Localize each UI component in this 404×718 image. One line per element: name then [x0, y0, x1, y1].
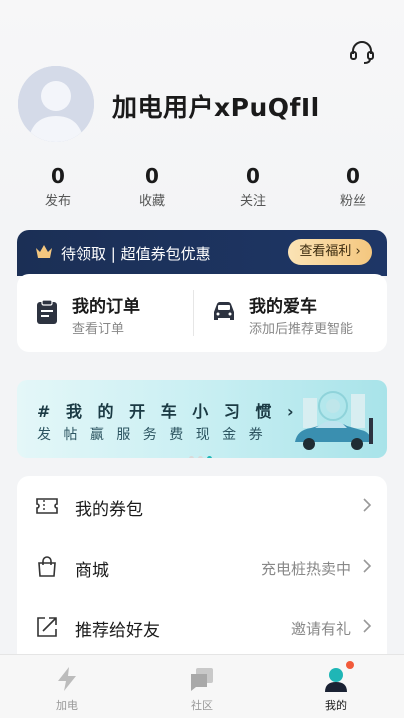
- chevron-right-icon: [363, 498, 372, 512]
- profile-icon: [325, 668, 347, 692]
- avatar[interactable]: [18, 66, 94, 142]
- menu-list: 我的券包 商城 充电桩热卖中 推荐给好友 邀请有礼: [17, 476, 387, 666]
- stat-posts[interactable]: 0 发布: [18, 164, 98, 209]
- banner-title: # 我 的 开 车 小 习 惯 ›: [37, 398, 299, 422]
- menu-item-store[interactable]: 商城 充电桩热卖中: [17, 537, 387, 597]
- banner-subtitle: 发 帖 赢 服 务 费 现 金 券: [37, 427, 267, 443]
- carousel-dot[interactable]: [189, 456, 194, 458]
- carousel-dots: [189, 446, 216, 458]
- stat-label: 收藏: [138, 194, 165, 209]
- stat-value: 0: [51, 164, 65, 188]
- stat-value: 0: [145, 164, 159, 188]
- stat-label: 发布: [44, 194, 71, 209]
- stat-favorites[interactable]: 0 收藏: [112, 164, 192, 209]
- chevron-right-icon: ›: [351, 244, 361, 259]
- car-icon: [214, 302, 234, 320]
- tab-label: 我的: [325, 699, 347, 712]
- tab-charge[interactable]: 加电: [27, 655, 107, 718]
- my-orders-item[interactable]: 我的订单 查看订单: [17, 274, 193, 352]
- tab-community[interactable]: 社区: [162, 655, 242, 718]
- stat-following[interactable]: 0 关注: [213, 164, 293, 209]
- stat-label: 粉丝: [339, 194, 366, 209]
- tab-label: 社区: [191, 699, 213, 712]
- stat-followers[interactable]: 0 粉丝: [313, 164, 393, 209]
- lightning-icon: [58, 667, 76, 691]
- menu-item-refer-friend[interactable]: 推荐给好友 邀请有礼: [17, 597, 387, 657]
- carousel-dot[interactable]: [198, 456, 203, 458]
- menu-label: 商城: [75, 561, 109, 581]
- view-benefits-button[interactable]: 查看福利 ›: [288, 239, 372, 265]
- shopping-bag-icon: [38, 556, 56, 577]
- crown-icon: [36, 245, 52, 258]
- view-benefits-label: 查看福利: [299, 244, 352, 259]
- chevron-right-icon: [363, 619, 372, 633]
- tab-profile[interactable]: 我的: [296, 655, 376, 718]
- chevron-right-icon: [363, 559, 372, 573]
- order-title: 我的订单: [72, 297, 140, 317]
- menu-label: 推荐给好友: [75, 621, 160, 641]
- carousel-dot-active[interactable]: [207, 456, 212, 458]
- stat-value: 0: [346, 164, 360, 188]
- my-car-item[interactable]: 我的爱车 添加后推荐更智能: [194, 274, 387, 352]
- benefit-text: 待领取 | 超值券包优惠: [61, 245, 211, 263]
- username[interactable]: 加电用户xPuQfIl: [112, 88, 320, 124]
- ticket-icon: [36, 498, 58, 514]
- banner-car-illustration: [295, 391, 373, 450]
- bottom-tab-bar: 加电 社区 我的: [0, 654, 404, 718]
- menu-hint: 充电桩热卖中: [260, 560, 351, 578]
- order-subtitle: 查看订单: [72, 322, 125, 337]
- notification-badge: [346, 661, 354, 669]
- menu-label: 我的券包: [75, 500, 143, 520]
- promo-banner[interactable]: # 我 的 开 车 小 习 惯 › 发 帖 赢 服 务 费 现 金 券: [17, 380, 387, 458]
- stat-value: 0: [246, 164, 260, 188]
- banner-title-text: # 我 的 开 车 小 习 惯: [37, 402, 277, 421]
- tab-label: 加电: [56, 699, 78, 712]
- clipboard-icon: [37, 299, 57, 324]
- menu-hint: 邀请有礼: [290, 620, 351, 638]
- orders-card: 我的订单 查看订单 我的爱车 添加后推荐更智能: [17, 274, 387, 352]
- benefit-banner[interactable]: 待领取 | 超值券包优惠 查看福利 ›: [17, 230, 387, 276]
- car-title: 我的爱车: [249, 297, 317, 317]
- headset-icon[interactable]: [348, 38, 376, 66]
- share-icon: [37, 617, 57, 637]
- chat-cards-icon: [191, 668, 213, 691]
- menu-item-coupons[interactable]: 我的券包: [17, 476, 387, 536]
- car-subtitle: 添加后推荐更智能: [249, 322, 354, 337]
- stat-label: 关注: [239, 194, 266, 209]
- avatar-placeholder-icon: [18, 66, 94, 142]
- stats-row: 0 发布 0 收藏 0 关注 0 粉丝: [0, 164, 404, 212]
